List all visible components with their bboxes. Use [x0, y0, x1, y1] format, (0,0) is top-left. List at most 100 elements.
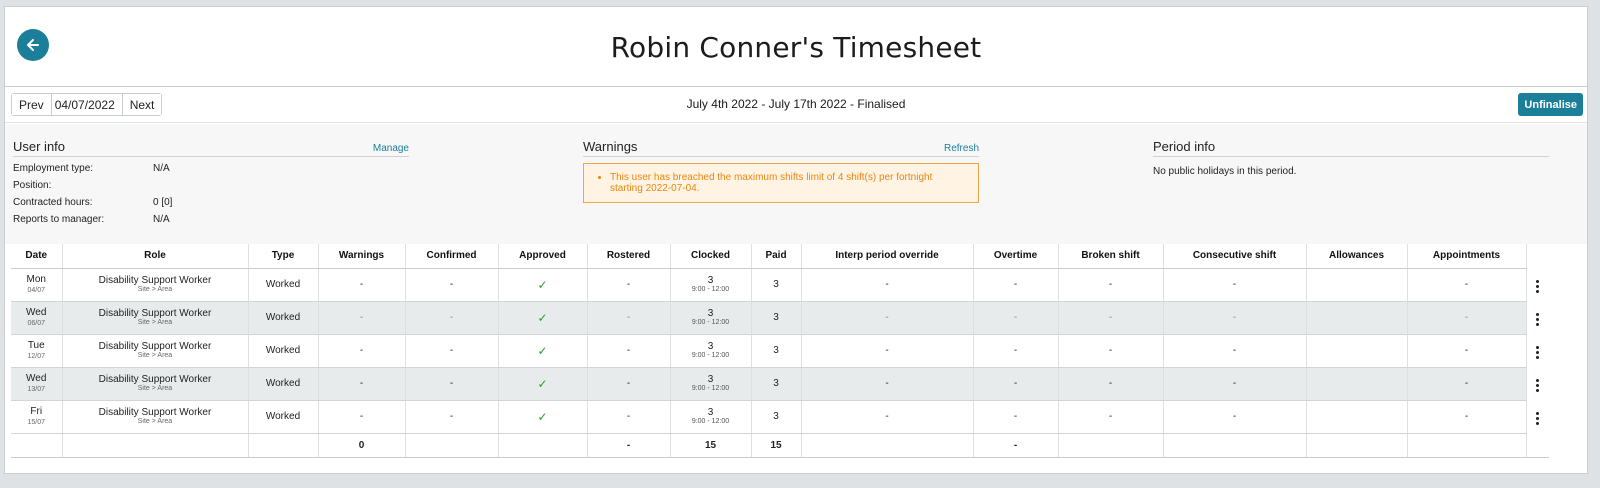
- total-paid: 15: [751, 433, 802, 458]
- row-clocked: 3: [707, 308, 714, 319]
- row-consecutive-shift: -: [1163, 400, 1307, 434]
- col-allowances[interactable]: Allowances: [1306, 244, 1408, 269]
- col-rostered[interactable]: Rostered: [587, 244, 671, 269]
- approved-check-icon: ✓: [537, 343, 548, 358]
- total-rostered: -: [587, 433, 671, 458]
- row-clocked: 3: [707, 341, 714, 352]
- row-interp: -: [801, 268, 974, 302]
- row-role: Disability Support Worker: [98, 308, 212, 319]
- row-location: Site > Area: [137, 385, 173, 392]
- col-appointments[interactable]: Appointments: [1407, 244, 1527, 269]
- row-date: 06/07: [27, 319, 46, 327]
- row-type: Worked: [248, 301, 319, 335]
- row-confirmed: -: [405, 367, 499, 401]
- row-paid: 3: [751, 268, 802, 302]
- col-actions: [1526, 244, 1549, 268]
- page-title: Robin Conner's Timesheet: [610, 31, 982, 64]
- row-paid: 3: [751, 400, 802, 434]
- row-confirmed: -: [405, 334, 499, 368]
- col-date[interactable]: Date: [11, 244, 63, 269]
- approved-check-icon: ✓: [537, 409, 548, 424]
- table-header-row: Date Role Type Warnings Confirmed Approv…: [11, 244, 1549, 269]
- row-appointments: -: [1407, 400, 1527, 434]
- row-broken-shift: -: [1058, 268, 1164, 302]
- period-info-title: Period info: [1153, 139, 1216, 154]
- period-toolbar: Prev Next July 4th 2022 - July 17th 2022…: [5, 87, 1587, 123]
- col-consecutive-shift[interactable]: Consecutive shift: [1163, 244, 1307, 269]
- table-row[interactable]: Tue 12/07 Disability Support Worker Site >…: [11, 334, 1549, 368]
- row-appointments: -: [1407, 301, 1527, 335]
- row-warnings: -: [318, 334, 406, 368]
- more-options-icon[interactable]: [1532, 377, 1543, 394]
- row-role: Disability Support Worker: [98, 374, 212, 385]
- row-day: Tue: [27, 339, 45, 351]
- col-approved[interactable]: Approved: [498, 244, 588, 269]
- table-row[interactable]: Mon 04/07 Disability Support Worker Site >…: [11, 268, 1549, 302]
- row-warnings: -: [318, 301, 406, 335]
- col-warnings[interactable]: Warnings: [318, 244, 406, 269]
- timesheet-table: Date Role Type Warnings Confirmed Approv…: [11, 244, 1549, 458]
- row-type: Worked: [248, 400, 319, 434]
- row-broken-shift: -: [1058, 367, 1164, 401]
- table-row[interactable]: Wed 06/07 Disability Support Worker Site >…: [11, 301, 1549, 335]
- table-row[interactable]: Fri 15/07 Disability Support Worker Site >…: [11, 400, 1549, 434]
- row-clocked-time: 9:00 - 12:00: [691, 418, 730, 425]
- row-clocked-time: 9:00 - 12:00: [691, 286, 730, 293]
- row-date: 04/07: [27, 286, 46, 294]
- row-clocked: 3: [707, 407, 714, 418]
- more-options-icon[interactable]: [1532, 311, 1543, 328]
- warnings-title: Warnings: [583, 139, 638, 154]
- row-appointments: -: [1407, 367, 1527, 401]
- row-overtime: -: [973, 268, 1059, 302]
- row-confirmed: -: [405, 400, 499, 434]
- manage-link[interactable]: Manage: [373, 143, 409, 154]
- approved-check-icon: ✓: [537, 310, 548, 325]
- row-broken-shift: -: [1058, 400, 1164, 434]
- totals-row: 0 - 15 15 -: [11, 433, 1549, 458]
- row-role: Disability Support Worker: [98, 275, 212, 286]
- more-options-icon[interactable]: [1532, 410, 1543, 427]
- row-day: Mon: [26, 273, 46, 285]
- more-options-icon[interactable]: [1532, 278, 1543, 295]
- col-clocked[interactable]: Clocked: [670, 244, 752, 269]
- row-consecutive-shift: -: [1163, 268, 1307, 302]
- row-role: Disability Support Worker: [98, 407, 212, 418]
- col-interp-period-override[interactable]: Interp period override: [801, 244, 974, 269]
- row-overtime: -: [973, 367, 1059, 401]
- row-allowances: [1306, 268, 1408, 302]
- approved-check-icon: ✓: [537, 376, 548, 391]
- col-overtime[interactable]: Overtime: [973, 244, 1059, 269]
- total-overtime: -: [973, 433, 1059, 458]
- unfinalise-button[interactable]: Unfinalise: [1518, 93, 1583, 116]
- period-info-panel: Period info No public holidays in this p…: [1153, 138, 1549, 177]
- col-paid[interactable]: Paid: [751, 244, 802, 269]
- contracted-hours-row: Contracted hours: 0 [0]: [13, 197, 173, 208]
- col-type[interactable]: Type: [248, 244, 319, 269]
- row-broken-shift: -: [1058, 301, 1164, 335]
- row-clocked: 3: [707, 374, 714, 385]
- row-confirmed: -: [405, 301, 499, 335]
- timesheet-window: Robin Conner's Timesheet Prev Next July …: [4, 6, 1588, 474]
- employment-type-row: Employment type: N/A: [13, 163, 170, 174]
- row-warnings: -: [318, 400, 406, 434]
- row-clocked: 3: [707, 275, 714, 286]
- reports-to-manager-row: Reports to manager: N/A: [13, 214, 170, 225]
- total-clocked: 15: [670, 433, 752, 458]
- position-row: Position:: [13, 180, 52, 191]
- warnings-panel: Warnings Refresh This user has breached …: [583, 138, 979, 203]
- row-appointments: -: [1407, 334, 1527, 368]
- row-clocked-time: 9:00 - 12:00: [691, 319, 730, 326]
- refresh-link[interactable]: Refresh: [944, 143, 979, 154]
- row-rostered: -: [587, 334, 671, 368]
- row-overtime: -: [973, 334, 1059, 368]
- row-allowances: [1306, 301, 1408, 335]
- table-row[interactable]: Wed 13/07 Disability Support Worker Site >…: [11, 367, 1549, 401]
- row-type: Worked: [248, 367, 319, 401]
- row-location: Site > Area: [137, 418, 173, 425]
- col-confirmed[interactable]: Confirmed: [405, 244, 499, 269]
- user-info-panel: User info Manage Employment type: N/A Po…: [13, 138, 409, 225]
- row-warnings: -: [318, 367, 406, 401]
- col-role[interactable]: Role: [62, 244, 249, 269]
- more-options-icon[interactable]: [1532, 344, 1543, 361]
- col-broken-shift[interactable]: Broken shift: [1058, 244, 1164, 269]
